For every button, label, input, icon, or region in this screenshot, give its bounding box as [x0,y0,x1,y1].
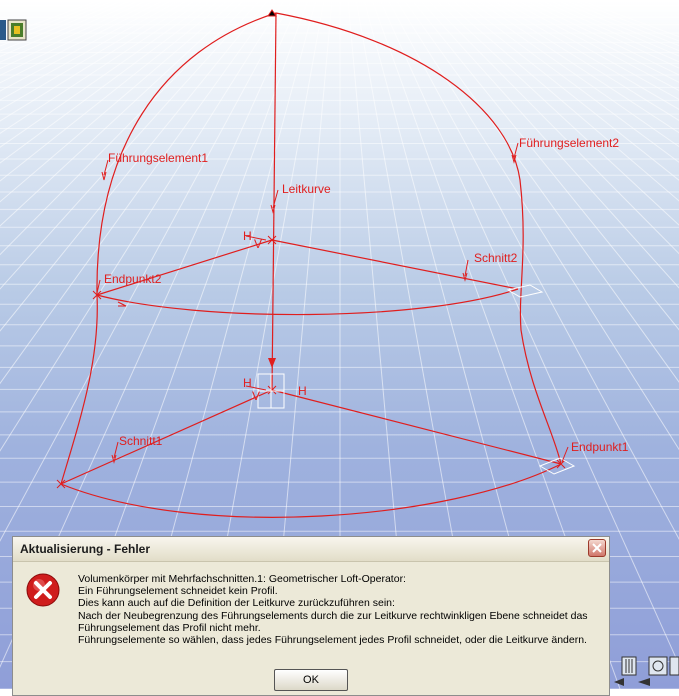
label-endpunkt2: Endpunkt2 [104,272,162,286]
compass-icon[interactable] [621,656,637,676]
section-1-radius-a [60,389,273,485]
label-h-mid-right: H [298,384,307,398]
label-h-top: H [243,229,252,243]
message-line: Führungselement das Profil nicht mehr. [78,621,261,634]
label-fuehrungselement2: Führungselement2 [519,136,619,150]
label-schnitt1: Schnitt1 [119,434,163,448]
spine-arrow-icon [268,358,276,368]
geometry-labels: Führungselement1 Führungselement2 Leitku… [104,136,629,454]
message-line: Ein Führungselement schneidet kein Profi… [78,585,278,598]
message-line: Nach der Neubegrenzung des Führungseleme… [78,609,588,622]
dialog-title: Aktualisierung - Fehler [20,542,151,556]
section-2-radius-a [96,239,273,296]
label-fuehrungselement1: Führungselement1 [108,151,208,165]
section-1[interactable] [60,463,562,518]
label-endpunkt1: Endpunkt1 [571,440,629,454]
error-message: Volumenkörper mit Mehrfachschnitten.1: G… [78,573,608,646]
plane-indicators [257,284,576,475]
message-line: Volumenkörper mit Mehrfachschnitten.1: G… [78,573,406,585]
close-button[interactable] [588,539,606,557]
dialog-titlebar[interactable]: Aktualisierung - Fehler [13,537,609,562]
section-1-radius-b [271,389,562,465]
message-line: Dies kann auch auf die Definition der Le… [78,597,395,610]
zoom-icon[interactable] [648,656,668,676]
view-icon[interactable] [669,656,679,676]
spine-curve[interactable] [271,12,277,391]
error-icon [26,573,60,607]
label-leaders [96,142,569,464]
label-v-mid: V [252,389,260,403]
label-h-mid-left: H [243,376,252,390]
close-icon [592,543,602,553]
ok-button[interactable]: OK [274,669,348,691]
corner-toolbar [614,654,679,689]
label-leitkurve: Leitkurve [282,182,331,196]
message-line: Führungselemente so wählen, dass jedes F… [78,634,587,647]
guide-curve-2[interactable] [275,12,562,465]
label-v-top: V [254,237,262,251]
point-markers [56,9,566,489]
toolbar-icon[interactable] [0,17,30,43]
label-schnitt2: Schnitt2 [474,251,518,265]
error-dialog: Aktualisierung - Fehler Volumenkörper mi… [12,536,610,696]
